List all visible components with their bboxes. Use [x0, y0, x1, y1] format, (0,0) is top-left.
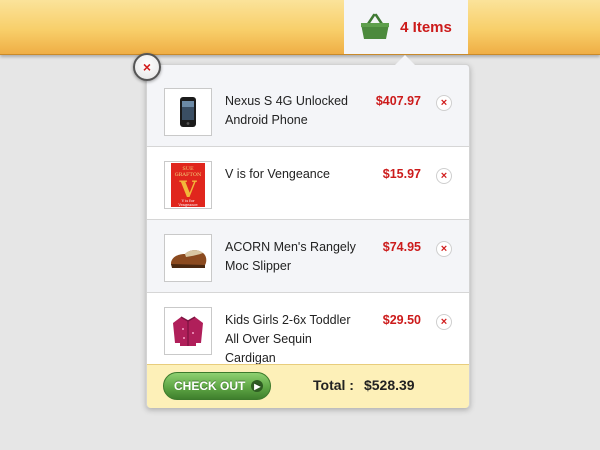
total-label: Total :: [313, 377, 354, 393]
slipper-image[interactable]: [164, 234, 212, 282]
cart-item-slipper: ACORN Men's Rangely Moc Slipper $74.95 ×: [147, 220, 469, 293]
cart-item-vengeance: SUE GRAFTON V V is for Vengeance V is fo…: [147, 147, 469, 220]
cart-item-list: Nexus S 4G Unlocked Android Phone $407.9…: [147, 74, 469, 366]
remove-icon: ×: [440, 169, 448, 182]
checkout-button[interactable]: CHECK OUT ▶: [163, 372, 271, 400]
item-name[interactable]: V is for Vengeance: [225, 165, 365, 184]
item-name[interactable]: Nexus S 4G Unlocked Android Phone: [225, 92, 365, 130]
remove-item-button[interactable]: ×: [436, 241, 452, 257]
cart-tab[interactable]: 4 Items: [344, 0, 468, 54]
book-title-line2: Vengeance: [177, 203, 197, 207]
close-icon: ×: [142, 59, 152, 75]
item-price: $29.50: [382, 313, 421, 327]
cart-count: 4 Items: [400, 18, 452, 36]
cardigan-image[interactable]: [164, 307, 212, 355]
remove-icon: ×: [440, 96, 448, 109]
book-image[interactable]: SUE GRAFTON V V is for Vengeance: [164, 161, 212, 209]
remove-item-button[interactable]: ×: [436, 95, 452, 111]
item-name[interactable]: ACORN Men's Rangely Moc Slipper: [225, 238, 365, 276]
cart-footer: CHECK OUT ▶ Total : $528.39: [147, 364, 469, 408]
item-name[interactable]: Kids Girls 2-6x Toddler All Over Sequin …: [225, 311, 365, 368]
panel-pointer: [395, 55, 415, 65]
top-bar: [0, 0, 600, 55]
order-total: Total : $528.39: [313, 377, 415, 393]
remove-icon: ×: [440, 315, 448, 328]
cart-item-cardigan: Kids Girls 2-6x Toddler All Over Sequin …: [147, 293, 469, 366]
remove-icon: ×: [440, 242, 448, 255]
basket-icon: [361, 13, 390, 39]
item-price: $15.97: [382, 167, 421, 181]
phone-image[interactable]: [164, 88, 212, 136]
total-value: $528.39: [363, 377, 415, 393]
remove-item-button[interactable]: ×: [436, 168, 452, 184]
cart-dropdown: Nexus S 4G Unlocked Android Phone $407.9…: [146, 64, 470, 408]
close-cart-button[interactable]: ×: [133, 53, 161, 81]
remove-item-button[interactable]: ×: [436, 314, 452, 330]
item-price: $407.97: [375, 94, 421, 108]
checkout-label: CHECK OUT: [174, 379, 246, 393]
cart-item-nexus: Nexus S 4G Unlocked Android Phone $407.9…: [147, 74, 469, 147]
arrow-right-icon: ▶: [251, 380, 264, 392]
item-price: $74.95: [382, 240, 421, 254]
